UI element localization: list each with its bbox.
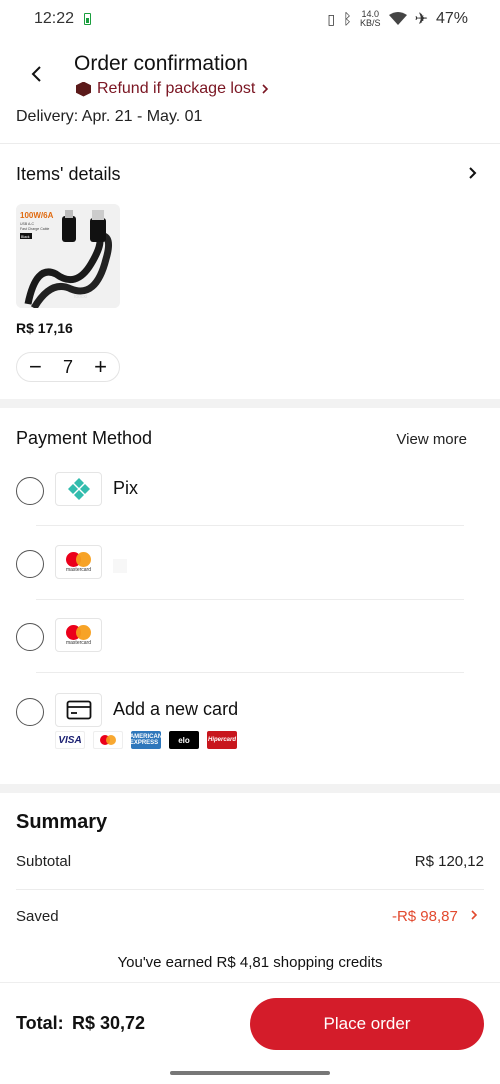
radio-button[interactable]	[16, 477, 44, 505]
items-details-title: Items' details	[16, 164, 121, 184]
row-divider	[36, 525, 464, 526]
total-label: Total:	[16, 1013, 64, 1033]
mastercard-mini-icon	[93, 731, 123, 749]
amex-icon: AMERICAN EXPRESS	[130, 731, 162, 749]
subtotal-row: Subtotal R$ 120,12	[16, 853, 484, 870]
shopping-credits-text: You've earned R$ 4,81 shopping credits	[117, 954, 383, 971]
vibrate-icon: ▯	[327, 10, 336, 27]
payment-option-add-card[interactable]: Add a new card VISA AMERICAN EXPRESS elo…	[16, 693, 486, 753]
home-indicator[interactable]	[170, 1071, 330, 1075]
header: Order confirmation Refund if package los…	[0, 48, 500, 104]
payment-method-title: Payment Method	[16, 428, 153, 448]
radio-button[interactable]	[16, 550, 44, 578]
items-details-chevron-icon[interactable]	[468, 164, 478, 185]
subtotal-value: R$ 120,12	[414, 853, 484, 870]
payment-option-pix[interactable]: Pix	[16, 472, 486, 512]
mastercard-wordmark: mastercard	[65, 567, 91, 573]
product-image-tag: Black	[21, 235, 30, 239]
battery-saver-icon	[84, 13, 92, 25]
increase-quantity-button[interactable]: +	[94, 356, 107, 378]
hipercard-icon: Hipercard	[207, 731, 237, 749]
saved-row[interactable]: Saved -R$ 98,87	[16, 908, 484, 925]
product-image-caption: 100W/6A	[20, 211, 54, 220]
back-arrow-icon	[31, 66, 41, 82]
elo-icon: elo	[169, 731, 199, 749]
card-logo-box	[55, 693, 102, 727]
battery-percent: 47%	[435, 10, 468, 27]
section-divider	[0, 399, 500, 408]
pix-icon	[67, 478, 90, 500]
status-right: ▯ ᛒ 14.0 KB/S ✈ 47%	[327, 9, 468, 29]
radio-button[interactable]	[16, 698, 44, 726]
mastercard-logo-box: mastercard	[55, 618, 102, 652]
airplane-icon: ✈	[414, 11, 428, 28]
saved-value: -R$ 98,87	[391, 908, 458, 925]
add-card-label: Add a new card	[113, 699, 239, 719]
delivery-estimate: Delivery: Apr. 21 - May. 01	[16, 108, 203, 125]
refund-link[interactable]: Refund if package lost	[76, 80, 269, 98]
wifi-icon	[388, 12, 407, 25]
product-image[interactable]: 100W/6A USB A-C Fast Charge Cable Black …	[16, 204, 120, 308]
page-title: Order confirmation	[74, 52, 248, 75]
checkout-bar: Total: R$ 30,72 Place order	[0, 982, 500, 1084]
row-divider	[16, 889, 484, 890]
payment-option-mastercard-2[interactable]: mastercard	[16, 618, 486, 658]
saved-label: Saved	[16, 908, 59, 925]
refund-text: Refund if package lost	[97, 80, 256, 97]
cable-illustration: 100W/6A USB A-C Fast Charge Cable Black …	[16, 204, 120, 308]
product-image-brand: toocki	[74, 294, 87, 300]
chevron-right-icon	[471, 910, 478, 920]
product-price: R$ 17,16	[16, 320, 73, 336]
payment-option-mastercard-1[interactable]: mastercard	[16, 545, 486, 585]
status-time: 12:22	[34, 10, 75, 27]
status-bar: 12:22 ▯ ᛒ 14.0 KB/S ✈ 47%	[0, 0, 500, 38]
pix-logo-box	[55, 472, 102, 506]
radio-button[interactable]	[16, 623, 44, 651]
package-icon	[76, 81, 91, 97]
visa-icon: VISA	[55, 731, 85, 749]
chevron-right-icon	[262, 84, 269, 94]
quantity-stepper: − 7 +	[16, 352, 120, 382]
row-divider	[36, 672, 464, 673]
back-button[interactable]	[24, 60, 48, 88]
credit-card-icon	[66, 700, 91, 720]
section-divider	[0, 784, 500, 793]
masked-card-number	[113, 559, 127, 573]
total-value: R$ 30,72	[72, 1013, 146, 1033]
quantity-value: 7	[62, 356, 73, 377]
accepted-cards: VISA AMERICAN EXPRESS elo Hipercard	[55, 731, 237, 749]
mastercard-icon: mastercard	[64, 551, 94, 573]
subtotal-label: Subtotal	[16, 853, 72, 870]
bluetooth-icon: ᛒ	[343, 10, 353, 28]
pix-label: Pix	[113, 478, 139, 498]
network-speed: 14.0 KB/S	[360, 10, 381, 28]
network-speed-unit: KB/S	[360, 18, 381, 28]
saved-value-wrap: -R$ 98,87	[392, 908, 480, 925]
product-image-sub1: USB A-C	[20, 222, 34, 226]
mastercard-icon: mastercard	[64, 624, 94, 646]
place-order-button[interactable]: Place order	[250, 998, 484, 1050]
mastercard-wordmark: mastercard	[65, 640, 91, 646]
decrease-quantity-button[interactable]: −	[29, 356, 42, 378]
view-more-link[interactable]: View more	[396, 431, 467, 448]
status-left: 12:22	[34, 10, 92, 28]
divider	[0, 143, 500, 144]
mastercard-logo-box: mastercard	[55, 545, 102, 579]
summary-title: Summary	[16, 811, 108, 833]
product-image-sub2: Fast Charge Cable	[20, 227, 49, 231]
row-divider	[36, 599, 464, 600]
